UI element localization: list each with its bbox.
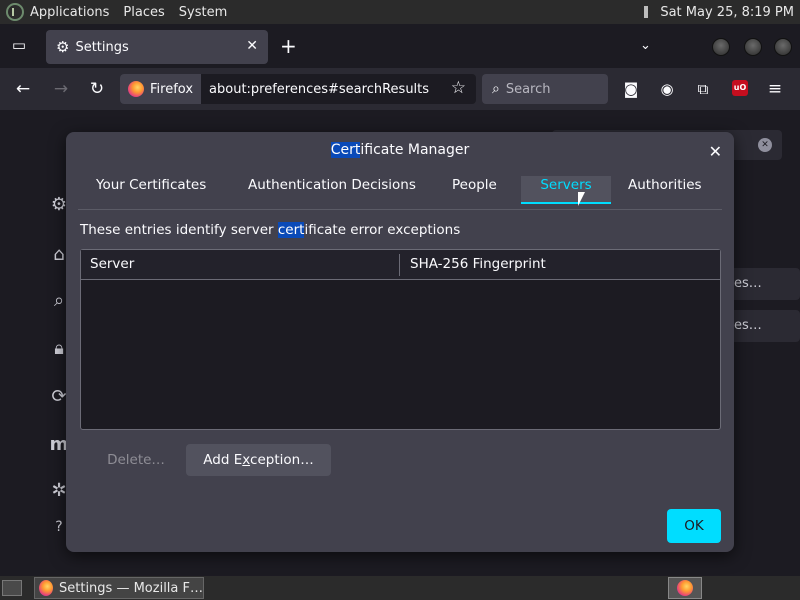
description-post: ificate error exceptions (304, 222, 461, 238)
window-close-button[interactable] (774, 38, 792, 56)
servers-table[interactable]: Server SHA-256 Fingerprint (80, 249, 721, 430)
delete-button[interactable]: Delete… (88, 444, 184, 476)
bottom-taskbar: Settings — Mozilla F… (0, 576, 800, 600)
search-bar[interactable]: ⌕ Search (482, 74, 608, 104)
description-text: These entries identify server certificat… (80, 222, 460, 238)
clear-search-icon[interactable]: ✕ (758, 138, 772, 152)
tab-servers[interactable]: Servers (521, 176, 611, 204)
forward-arrow-icon[interactable]: → (50, 78, 72, 100)
title-highlight: Cert (330, 142, 361, 158)
hamburger-menu-icon[interactable]: ≡ (764, 78, 786, 100)
add-exception-label-post: ception… (250, 452, 314, 468)
tray-firefox-icon[interactable] (668, 577, 702, 599)
column-divider[interactable] (399, 254, 400, 276)
distro-logo-icon[interactable] (6, 3, 24, 21)
firefox-logo-icon (128, 81, 144, 97)
account-icon[interactable]: ◉ (656, 78, 678, 100)
firefox-view-icon[interactable]: ▭ (8, 36, 30, 58)
navigation-toolbar: ← → ↻ Firefox about:preferences#searchRe… (0, 68, 800, 110)
firefox-logo-icon (39, 580, 53, 596)
list-all-tabs-icon[interactable]: ⌄ (640, 38, 651, 53)
tab-people[interactable]: People (448, 176, 501, 204)
column-header-server[interactable]: Server (90, 256, 134, 272)
reload-icon[interactable]: ↻ (86, 78, 108, 100)
search-placeholder: Search (505, 81, 551, 97)
add-exception-label-pre: Add E (203, 452, 243, 468)
dialog-title: Certificate Manager (66, 142, 734, 158)
add-exception-button[interactable]: Add Exception… (186, 444, 331, 476)
certificate-manager-dialog: Certificate Manager ✕ Your Certificates … (66, 132, 734, 552)
close-icon[interactable]: ✕ (709, 142, 722, 161)
system-panel: Applications Places System Sat May 25, 8… (0, 0, 800, 24)
taskbar-window-firefox[interactable]: Settings — Mozilla F… (34, 577, 204, 599)
tab-authorities[interactable]: Authorities (624, 176, 706, 204)
indicator-icon (644, 6, 649, 18)
identity-label: Firefox (150, 81, 194, 97)
title-text: ificate Manager (360, 142, 470, 158)
description-pre: These entries identify server (80, 222, 278, 238)
menu-system[interactable]: System (179, 5, 227, 20)
close-tab-icon[interactable]: ✕ (246, 38, 258, 54)
tab-authentication-decisions[interactable]: Authentication Decisions (244, 176, 420, 204)
extensions-icon[interactable]: ⧉ (692, 78, 714, 100)
window-minimize-button[interactable] (712, 38, 730, 56)
url-text[interactable]: about:preferences#searchResults (209, 82, 429, 97)
firefox-logo-icon (677, 580, 693, 596)
table-header: Server SHA-256 Fingerprint (81, 250, 720, 280)
background-button[interactable]: es… (730, 310, 800, 342)
mouse-cursor-icon (578, 192, 585, 206)
menu-applications[interactable]: Applications (30, 5, 109, 20)
description-highlight: cert (277, 222, 305, 238)
column-header-fingerprint[interactable]: SHA-256 Fingerprint (410, 256, 546, 272)
identity-box[interactable]: Firefox (120, 74, 202, 104)
gear-icon: ⚙ (56, 38, 70, 56)
show-desktop-icon[interactable] (2, 580, 22, 596)
tab-bar: ▭ ⚙ Settings ✕ + ⌄ (0, 24, 800, 68)
background-button[interactable]: es… (730, 268, 800, 300)
ublock-icon[interactable]: uO (732, 80, 748, 96)
url-bar[interactable]: Firefox about:preferences#searchResults … (120, 74, 476, 104)
add-exception-accesskey: x (242, 452, 251, 468)
tab-settings[interactable]: ⚙ Settings ✕ (46, 30, 268, 64)
task-label: Settings — Mozilla F… (59, 580, 203, 596)
tab-your-certificates[interactable]: Your Certificates (92, 176, 210, 204)
menu-places[interactable]: Places (123, 5, 164, 20)
bookmark-star-icon[interactable]: ☆ (451, 78, 466, 98)
dialog-tabs: Your Certificates Authentication Decisio… (78, 176, 722, 210)
pocket-icon[interactable]: ◙ (620, 78, 642, 100)
window-maximize-button[interactable] (744, 38, 762, 56)
back-arrow-icon[interactable]: ← (12, 78, 34, 100)
ok-button[interactable]: OK (667, 509, 721, 543)
search-icon: ⌕ (492, 81, 500, 97)
tab-title: Settings (75, 39, 129, 55)
clock[interactable]: Sat May 25, 8:19 PM (660, 5, 794, 20)
new-tab-button[interactable]: + (280, 36, 297, 56)
